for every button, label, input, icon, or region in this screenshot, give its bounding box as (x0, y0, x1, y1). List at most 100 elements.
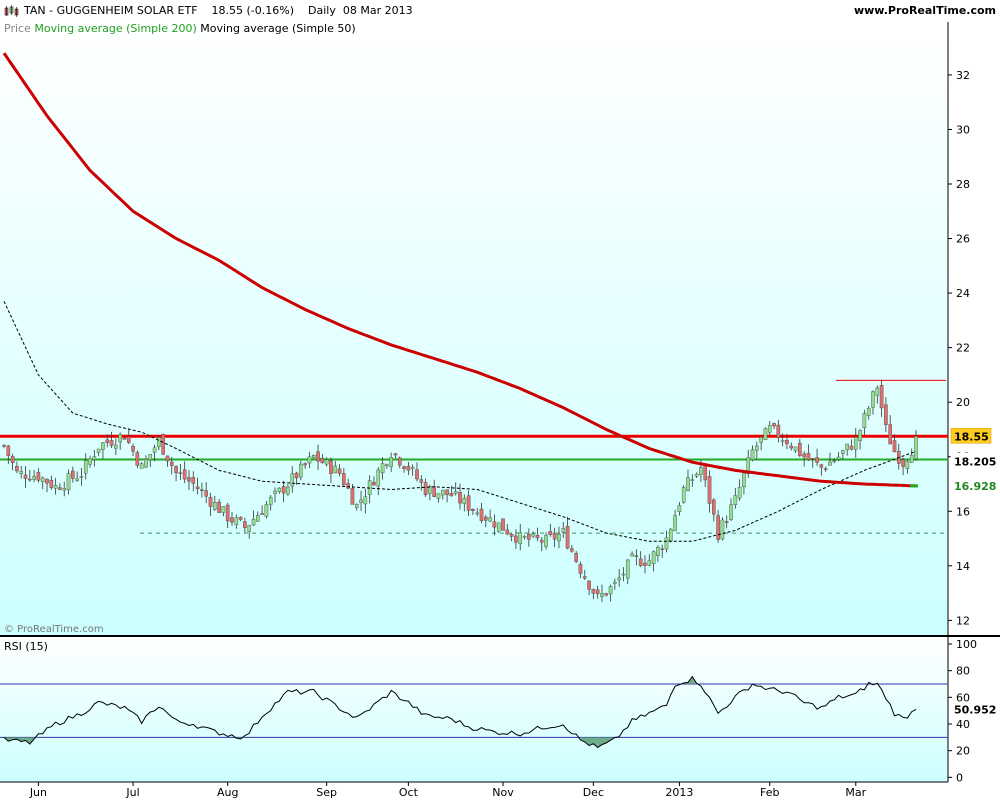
candle-body (260, 513, 264, 515)
candle-body (548, 530, 553, 535)
candle-body (853, 436, 858, 450)
candle-body (613, 581, 617, 584)
candle-body (49, 479, 54, 488)
candle-body (836, 456, 841, 460)
candle-body (256, 515, 260, 522)
x-tick-label: Nov (492, 786, 514, 799)
instrument-name: TAN - GUGGENHEIM SOLAR ETF (24, 4, 198, 17)
candle-body (699, 467, 703, 475)
brand-link[interactable]: www.ProRealTime.com (854, 4, 996, 17)
candle-body (157, 437, 161, 447)
candle-body (561, 528, 566, 533)
candle-body (234, 517, 239, 525)
x-tick-label: 2013 (665, 786, 693, 799)
candle-body (66, 473, 71, 490)
candle-body (212, 502, 217, 510)
candle-body (273, 490, 277, 494)
candle-body (6, 445, 11, 456)
candle-body (501, 518, 505, 531)
candle-body (354, 503, 359, 508)
candle-body (686, 477, 690, 491)
legend-ma200[interactable]: Moving average (Simple 200) (34, 22, 196, 35)
candle-body (905, 461, 910, 469)
candle-body (264, 504, 269, 517)
candle-body (458, 492, 462, 504)
candle-body (217, 501, 221, 513)
candle-body (651, 551, 656, 564)
candle-body (733, 495, 738, 505)
candle-body (221, 506, 226, 513)
candle-body (114, 444, 118, 449)
candle-body (630, 553, 634, 557)
candle-body (126, 436, 131, 443)
candle-body (909, 455, 914, 463)
candle-body (169, 461, 174, 466)
price-tick-label: 26 (956, 233, 970, 246)
candle-body (79, 476, 84, 478)
candle-body (527, 533, 531, 540)
rsi-tick-label: 0 (956, 771, 963, 784)
candle-body (251, 518, 256, 526)
candle-body (294, 472, 299, 479)
date: 08 Mar 2013 (342, 4, 413, 17)
candle-body (815, 457, 819, 463)
candle-body (875, 387, 880, 396)
candle-body (277, 487, 282, 492)
candle-body (462, 497, 467, 504)
candle-body (359, 499, 363, 503)
candle-body (789, 445, 794, 449)
candle-body (600, 593, 604, 597)
price-tick-label: 24 (956, 287, 970, 300)
rsi-value-tag: 50.952 (954, 703, 996, 716)
candle-body (88, 458, 92, 465)
price-panel-bg (0, 22, 948, 636)
candle-body (535, 534, 540, 539)
candle-body (806, 452, 811, 460)
candle-body (389, 457, 393, 467)
candle-body (591, 589, 596, 594)
candle-body (479, 508, 484, 521)
period: Daily (308, 4, 336, 17)
candle-body (71, 470, 75, 479)
candle-body (200, 489, 204, 491)
candle-body (174, 466, 178, 473)
candle-body (449, 492, 454, 497)
price-tick-label: 22 (956, 342, 970, 355)
candle-body (385, 464, 389, 466)
candle-body (53, 485, 58, 489)
candle-body (879, 385, 884, 409)
candle-body (570, 548, 574, 552)
candle-body (724, 521, 729, 523)
candle-body (75, 478, 79, 481)
candle-body (565, 525, 570, 549)
candle-body (677, 505, 682, 512)
candle-body (2, 445, 6, 447)
x-tick-label: Sep (316, 786, 337, 799)
x-tick-label: Jul (125, 786, 139, 799)
candle-body (587, 580, 591, 590)
x-tick-label: Feb (760, 786, 779, 799)
candle-body (518, 532, 523, 545)
x-tick-label: Dec (583, 786, 604, 799)
candle-body (582, 576, 587, 579)
candle-body (15, 466, 19, 472)
candle-body (712, 499, 716, 515)
ma200-value-tag: 16.928 (954, 480, 996, 493)
candle-body (410, 467, 415, 469)
candle-body (557, 534, 561, 542)
legend-price[interactable]: Price (4, 22, 31, 35)
price-tick-label: 12 (956, 614, 970, 627)
candle-body (148, 454, 153, 461)
candle-body (505, 529, 510, 535)
candle-body (152, 447, 157, 453)
candle-body (436, 493, 441, 499)
candle-body (466, 495, 471, 511)
candle-body (660, 548, 664, 550)
legend-ma50[interactable]: Moving average (Simple 50) (200, 22, 355, 35)
candle-body (316, 451, 320, 462)
candle-body (139, 463, 144, 469)
rsi-panel-bg (0, 638, 948, 782)
candle-body (634, 555, 639, 557)
candle-body (656, 546, 660, 557)
candle-body (858, 430, 862, 441)
